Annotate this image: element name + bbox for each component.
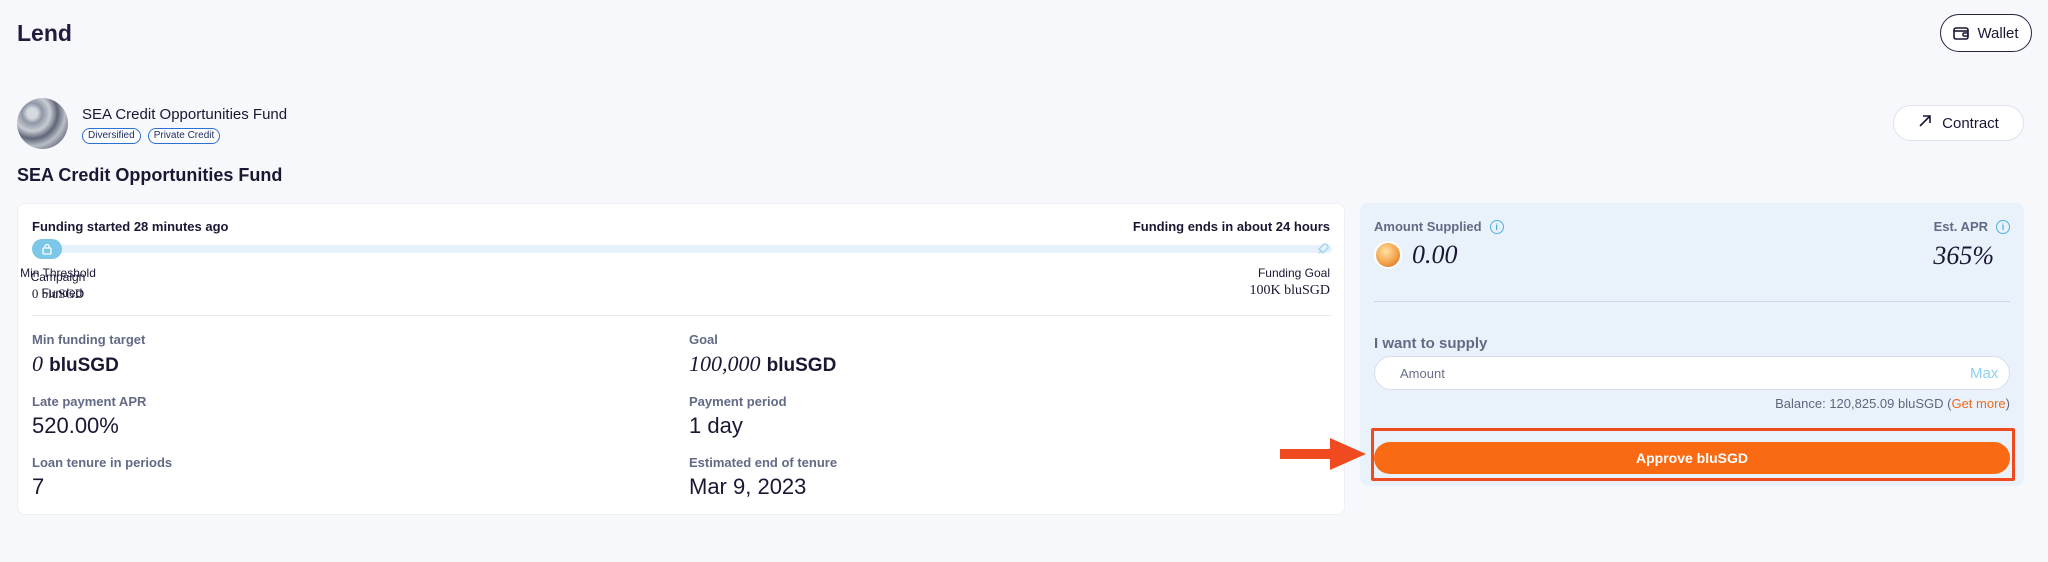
tag-diversified: Diversified: [82, 128, 141, 144]
stat-value: 1 day: [689, 413, 743, 438]
supply-divider: [1374, 301, 2010, 302]
info-icon[interactable]: i: [1996, 219, 2010, 234]
wallet-label: Wallet: [1977, 24, 2019, 42]
supply-label: I want to supply: [1374, 335, 1488, 352]
stat-label: Late payment APR: [32, 394, 147, 409]
stat-value: 520.00%: [32, 413, 119, 438]
stat-value: 0 bluSGD: [32, 351, 119, 376]
blusgd-coin-icon: [1374, 241, 1402, 269]
fund-name: SEA Credit Opportunities Fund: [82, 106, 288, 123]
balance-text: Balance: 120,825.09 bluSGD (Get more): [1775, 396, 2010, 411]
fund-avatar: [17, 98, 68, 149]
wallet-icon: [1953, 26, 1970, 40]
stat-label: Payment period: [689, 394, 787, 409]
goal-stat: Goal 100,000 bluSGD: [689, 332, 836, 377]
funding-started-text: Funding started 28 minutes ago: [32, 219, 229, 234]
late-payment-apr-stat: Late payment APR 520.00%: [32, 394, 146, 439]
contract-button[interactable]: Contract: [1893, 105, 2024, 141]
funded-label: Funded: [41, 286, 83, 300]
tag-private-credit: Private Credit: [147, 128, 221, 144]
amount-input[interactable]: [1374, 356, 2010, 390]
funding-ends-text: Funding ends in about 24 hours: [1132, 219, 1330, 234]
funding-progress-bar: [32, 245, 1332, 253]
contract-label: Contract: [1942, 114, 1999, 132]
rocket-icon: [1314, 240, 1332, 258]
funding-goal-labels: Funding Goal 100K bluSGD: [1249, 266, 1330, 299]
amount-supplied-label: Amount Supplied i: [1374, 219, 1504, 234]
stat-label: Estimated end of tenure: [689, 455, 838, 470]
pointer-arrow-icon: [1278, 436, 1368, 477]
stat-label: Loan tenure in periods: [32, 455, 173, 470]
supply-card: Amount Supplied i 0.00 Est. APR i 365% I…: [1360, 203, 2024, 486]
stat-value: 7: [32, 474, 45, 499]
payment-period-stat: Payment period 1 day: [689, 394, 787, 439]
funding-goal-amount: 100K bluSGD: [1249, 283, 1330, 298]
approve-blusgd-button[interactable]: Approve bluSGD: [1374, 442, 2010, 474]
arrow-up-right-icon: [1918, 114, 1932, 132]
loan-tenure-stat: Loan tenure in periods 7: [32, 455, 172, 500]
stat-label: Goal: [689, 332, 718, 347]
stat-label: Min funding target: [32, 332, 146, 347]
funding-card: Funding started 28 minutes ago Funding e…: [17, 203, 1345, 515]
min-funding-target-stat: Min funding target 0 bluSGD: [32, 332, 145, 377]
campaign-label: Campaign: [30, 270, 86, 284]
stat-value: Mar 9, 2023: [689, 474, 807, 499]
lock-icon: [32, 239, 62, 259]
est-apr-label: Est. APR i: [1934, 219, 2010, 234]
card-divider: [32, 315, 1332, 316]
max-button[interactable]: Max: [1970, 365, 1998, 382]
estimated-end-stat: Estimated end of tenure Mar 9, 2023: [689, 455, 837, 500]
est-apr-value: 365%: [1933, 241, 1994, 270]
fund-tags: Diversified Private Credit: [82, 128, 221, 144]
stat-value: 100,000 bluSGD: [689, 351, 837, 376]
wallet-button[interactable]: Wallet: [1940, 14, 2032, 52]
min-threshold-labels: Min Threshold Campaign 0 bluSGD Funded: [18, 266, 98, 301]
get-more-link[interactable]: Get more: [1951, 396, 2005, 411]
amount-supplied-value: 0.00: [1412, 240, 1458, 269]
fund-title: SEA Credit Opportunities Fund: [17, 165, 283, 185]
funding-goal-label: Funding Goal: [1257, 266, 1330, 280]
lend-page: Lend Wallet SEA Credit Opportunities Fun…: [0, 0, 2048, 562]
page-title: Lend: [17, 20, 72, 46]
info-icon[interactable]: i: [1489, 219, 1504, 234]
